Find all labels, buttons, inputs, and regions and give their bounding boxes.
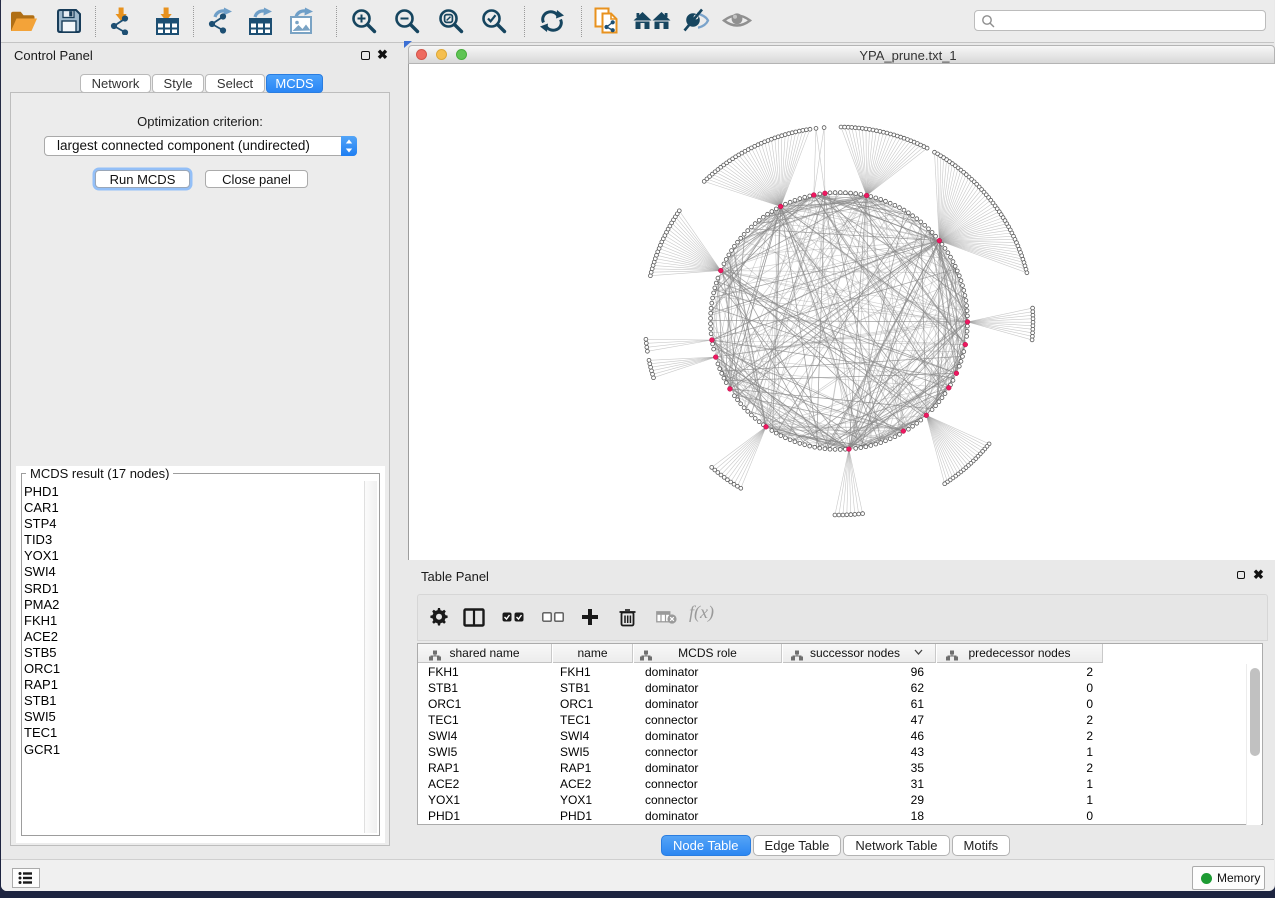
svg-text:f(x): f(x) — [689, 602, 714, 623]
